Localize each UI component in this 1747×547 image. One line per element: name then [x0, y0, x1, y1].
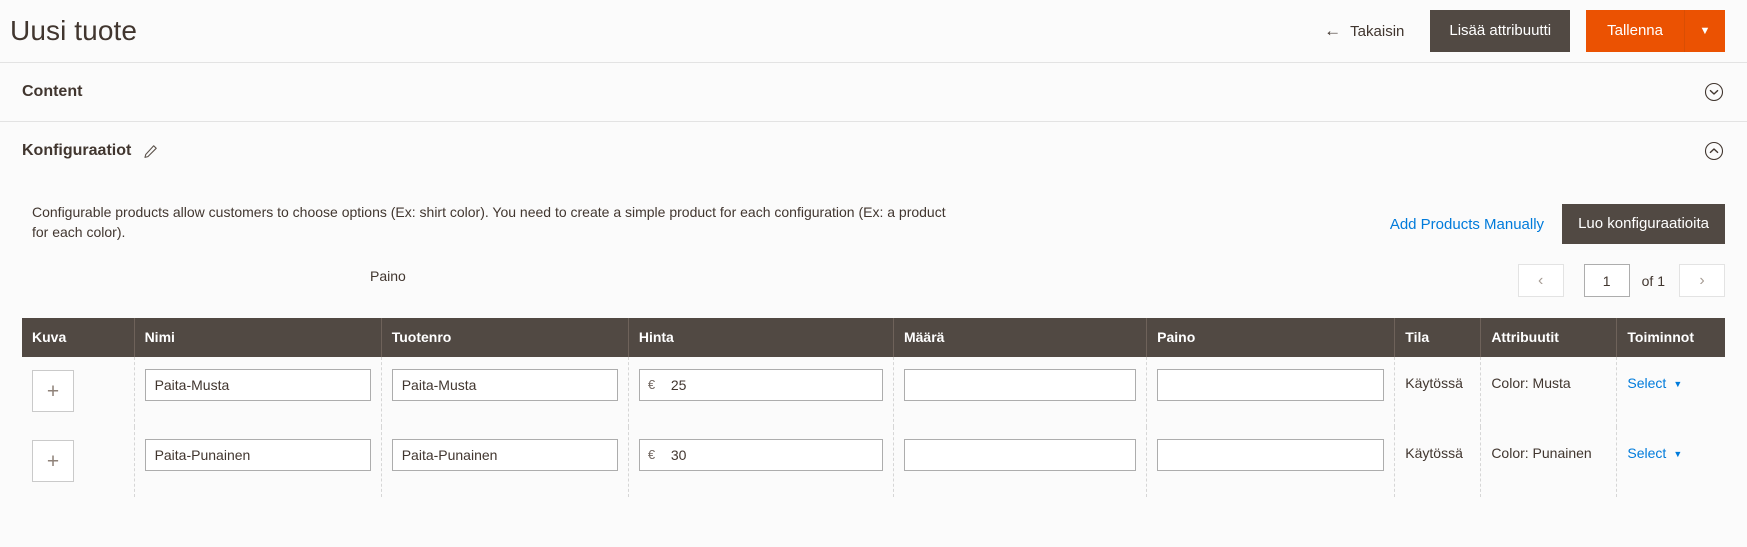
plus-icon: +: [46, 449, 60, 473]
pagination: ‹ of 1 ›: [1517, 264, 1725, 297]
page-header: Uusi tuote ← Takaisin Lisää attribuutti …: [0, 0, 1747, 62]
pagination-next-button[interactable]: ›: [1679, 264, 1725, 297]
section-content: Content: [0, 62, 1747, 121]
configurations-description: Configurable products allow customers to…: [32, 204, 946, 241]
sku-input[interactable]: [391, 369, 618, 401]
attributes-value: Color: Punainen: [1491, 445, 1592, 461]
grid-weight-label: Paino: [370, 268, 406, 284]
section-configurations: Konfiguraatiot Configurable products all…: [0, 121, 1747, 497]
chevron-down-icon: ▼: [1699, 25, 1711, 37]
cell-price: €: [628, 357, 894, 427]
cell-quantity: [893, 427, 1148, 497]
cell-status: Käytössä: [1394, 357, 1482, 427]
weight-input[interactable]: [1157, 439, 1385, 471]
row-actions-label: Select: [1627, 445, 1667, 461]
back-button[interactable]: ← Takaisin: [1324, 20, 1405, 40]
chevron-right-icon: ›: [1699, 271, 1705, 289]
cell-image: +: [22, 427, 135, 497]
plus-icon: +: [46, 379, 60, 403]
header-actions: ← Takaisin Lisää attribuutti Tallenna ▼: [1324, 10, 1725, 52]
row-actions-select[interactable]: Select ▼: [1627, 369, 1682, 391]
arrow-left-icon: ←: [1324, 20, 1342, 40]
section-configurations-header[interactable]: Konfiguraatiot: [0, 122, 1747, 180]
cell-status: Käytössä: [1394, 427, 1482, 497]
cell-image: +: [22, 357, 135, 427]
cell-attributes: Color: Punainen: [1480, 427, 1618, 497]
cell-actions: Select ▼: [1617, 427, 1725, 497]
configurations-intro-actions: Add Products Manually Luo konfiguraatioi…: [1390, 202, 1725, 244]
column-header-actions: Toiminnot: [1616, 318, 1725, 357]
save-split-button: Tallenna ▼: [1586, 10, 1725, 52]
section-content-title: Content: [22, 83, 83, 100]
save-button[interactable]: Tallenna: [1586, 10, 1685, 52]
section-configurations-title: Konfiguraatiot: [22, 142, 132, 159]
pencil-icon[interactable]: [143, 144, 158, 159]
column-header-price: Hinta: [628, 318, 894, 357]
create-configurations-button[interactable]: Luo konfiguraatioita: [1562, 204, 1725, 244]
column-header-image: Kuva: [22, 318, 135, 357]
cell-name: [134, 357, 382, 427]
column-header-name: Nimi: [134, 318, 382, 357]
name-input[interactable]: [144, 369, 371, 401]
status-value: Käytössä: [1405, 445, 1463, 461]
section-configurations-body: Configurable products allow customers to…: [0, 180, 1747, 497]
status-value: Käytössä: [1405, 375, 1463, 391]
column-header-quantity: Määrä: [893, 318, 1148, 357]
table-header-row: Kuva Nimi Tuotenro Hinta Määrä Paino Til…: [22, 318, 1725, 357]
cell-weight: [1146, 357, 1396, 427]
caret-down-icon: ▼: [1673, 449, 1683, 459]
cell-actions: Select ▼: [1617, 357, 1725, 427]
caret-down-icon: ▼: [1673, 379, 1683, 389]
chevron-down-circle-icon[interactable]: [1703, 81, 1725, 103]
pagination-prev-button[interactable]: ‹: [1517, 264, 1564, 297]
cell-quantity: [893, 357, 1148, 427]
table-row: + €: [22, 357, 1725, 427]
column-header-sku: Tuotenro: [381, 318, 629, 357]
grid-meta: Paino ‹ of 1 ›: [22, 254, 1725, 318]
chevron-left-icon: ‹: [1537, 271, 1544, 289]
add-image-button[interactable]: +: [32, 440, 74, 482]
price-input[interactable]: [638, 369, 883, 401]
row-actions-label: Select: [1627, 375, 1667, 391]
name-input[interactable]: [144, 439, 371, 471]
quantity-input[interactable]: [903, 439, 1137, 471]
save-options-button[interactable]: ▼: [1685, 10, 1725, 52]
cell-name: [134, 427, 382, 497]
add-products-manually-link[interactable]: Add Products Manually: [1390, 216, 1544, 233]
table-header: Kuva Nimi Tuotenro Hinta Määrä Paino Til…: [22, 318, 1725, 357]
add-attribute-button[interactable]: Lisää attribuutti: [1430, 10, 1571, 52]
configurations-intro: Configurable products allow customers to…: [22, 180, 1725, 254]
column-header-attributes: Attribuutit: [1480, 318, 1618, 357]
cell-attributes: Color: Musta: [1480, 357, 1618, 427]
table-body: + €: [22, 357, 1725, 497]
page-title: Uusi tuote: [10, 15, 138, 46]
quantity-input[interactable]: [903, 369, 1137, 401]
column-header-status: Tila: [1394, 318, 1482, 357]
add-image-button[interactable]: +: [32, 370, 74, 412]
back-button-label: Takaisin: [1350, 22, 1405, 40]
sku-input[interactable]: [391, 439, 618, 471]
pagination-page-input[interactable]: [1583, 264, 1630, 297]
column-header-weight: Paino: [1146, 318, 1396, 357]
row-actions-select[interactable]: Select ▼: [1627, 439, 1682, 461]
cell-sku: [381, 357, 629, 427]
table-row: + €: [22, 427, 1725, 497]
weight-input[interactable]: [1157, 369, 1385, 401]
cell-weight: [1146, 427, 1396, 497]
cell-price: €: [628, 427, 894, 497]
section-content-header[interactable]: Content: [0, 63, 1747, 121]
attributes-value: Color: Musta: [1491, 375, 1571, 391]
configurations-table: Kuva Nimi Tuotenro Hinta Määrä Paino Til…: [22, 318, 1725, 497]
price-input[interactable]: [638, 439, 883, 471]
cell-sku: [381, 427, 629, 497]
chevron-up-circle-icon[interactable]: [1703, 140, 1725, 162]
pagination-total-label: of 1: [1641, 272, 1665, 289]
